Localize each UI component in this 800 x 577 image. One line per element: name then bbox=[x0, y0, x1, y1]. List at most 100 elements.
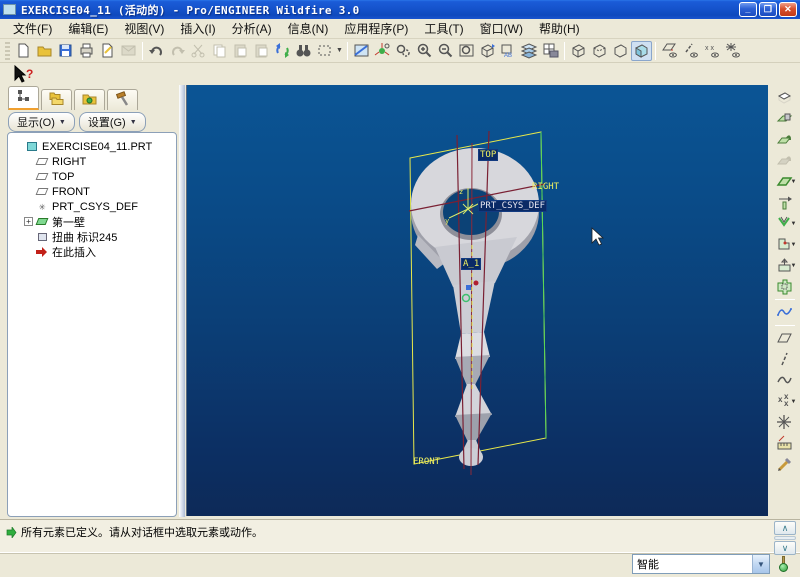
scroll-down-button[interactable]: ∨ bbox=[774, 541, 796, 555]
menu-insert[interactable]: 插入(I) bbox=[173, 18, 222, 39]
part-model[interactable] bbox=[411, 148, 539, 466]
panel-sash[interactable] bbox=[179, 85, 185, 517]
restore-button[interactable]: ❐ bbox=[759, 2, 777, 17]
tree-item[interactable]: 扭曲 标识245 bbox=[10, 229, 174, 244]
datum-axis-display-icon[interactable] bbox=[680, 41, 701, 61]
point-display-icon[interactable]: x x bbox=[701, 41, 722, 61]
menu-info[interactable]: 信息(N) bbox=[281, 18, 336, 39]
zoom-in-icon[interactable] bbox=[414, 41, 435, 61]
twist-wall-tool-icon[interactable] bbox=[772, 150, 798, 171]
menu-help[interactable]: 帮助(H) bbox=[532, 18, 587, 39]
no-hidden-icon[interactable] bbox=[610, 41, 631, 61]
scroll-thumb[interactable] bbox=[774, 536, 796, 540]
hammer-icon bbox=[114, 90, 131, 110]
csys-tool-icon[interactable] bbox=[772, 412, 798, 433]
menu-tools[interactable]: 工具(T) bbox=[417, 18, 470, 39]
context-help-icon[interactable]: ? bbox=[12, 65, 38, 85]
close-button[interactable]: ✕ bbox=[779, 2, 797, 17]
show-dropdown-button[interactable]: 显示(O)▼ bbox=[8, 112, 75, 132]
curve-tool-icon[interactable] bbox=[772, 370, 798, 391]
tree-item[interactable]: RIGHT bbox=[10, 154, 174, 169]
graphics-viewport[interactable]: TOP RIGHT PRT_CSYS_DEF FRONT A_1 z y bbox=[186, 85, 768, 516]
save-icon[interactable] bbox=[55, 41, 76, 61]
spline-tool-icon[interactable] bbox=[772, 302, 798, 323]
paste-special-icon[interactable] bbox=[251, 41, 272, 61]
menu-edit[interactable]: 编辑(E) bbox=[61, 18, 115, 39]
save-copy-icon[interactable] bbox=[97, 41, 118, 61]
regenerate-icon[interactable] bbox=[272, 41, 293, 61]
wireframe-icon[interactable] bbox=[568, 41, 589, 61]
tree-item[interactable]: ✳PRT_CSYS_DEF bbox=[10, 199, 174, 214]
datum-axis-tool-icon[interactable] bbox=[772, 349, 798, 370]
datum-label-right[interactable]: RIGHT bbox=[532, 182, 559, 192]
datum-point-tool-icon[interactable]: xxx▼ bbox=[772, 391, 798, 412]
tree-item[interactable]: EXERCISE04_11.PRT bbox=[10, 139, 174, 154]
menu-view[interactable]: 视图(V) bbox=[117, 18, 171, 39]
filter-status-icon[interactable] bbox=[778, 555, 790, 573]
hidden-line-icon[interactable] bbox=[589, 41, 610, 61]
form-tool-icon[interactable] bbox=[772, 276, 798, 297]
undo-icon[interactable] bbox=[146, 41, 167, 61]
datum-plane-display-icon[interactable] bbox=[659, 41, 680, 61]
sketch-tool-icon[interactable] bbox=[772, 454, 798, 475]
menu-file[interactable]: 文件(F) bbox=[6, 18, 59, 39]
corner-relief-tool-icon[interactable]: ▼ bbox=[772, 234, 798, 255]
paste-icon[interactable] bbox=[230, 41, 251, 61]
datum-plane-tool-icon[interactable] bbox=[772, 328, 798, 349]
find-icon[interactable] bbox=[293, 41, 314, 61]
tab-connections[interactable] bbox=[107, 89, 138, 110]
minimize-button[interactable]: _ bbox=[739, 2, 757, 17]
wall-options-icon[interactable]: ▼ bbox=[772, 171, 798, 192]
zoom-out-icon[interactable] bbox=[435, 41, 456, 61]
redo-icon[interactable] bbox=[167, 41, 188, 61]
datum-label-front[interactable]: FRONT bbox=[413, 457, 440, 467]
datum-label-top[interactable]: TOP bbox=[479, 150, 497, 160]
redraw-icon[interactable] bbox=[351, 41, 372, 61]
flat-wall-tool-icon[interactable] bbox=[772, 108, 798, 129]
feature-handle-blue[interactable] bbox=[466, 285, 471, 290]
feature-handle-red[interactable] bbox=[474, 281, 479, 286]
print-icon[interactable] bbox=[76, 41, 97, 61]
model-tree: EXERCISE04_11.PRTRIGHTTOPFRONT✳PRT_CSYS_… bbox=[7, 132, 177, 517]
menu-analysis[interactable]: 分析(A) bbox=[225, 18, 279, 39]
refit-icon[interactable] bbox=[456, 41, 477, 61]
settings-dropdown-button[interactable]: 设置(G)▼ bbox=[79, 112, 146, 132]
new-file-icon[interactable] bbox=[13, 41, 34, 61]
punch-tool-icon[interactable]: ▼ bbox=[772, 255, 798, 276]
measure-tool-icon[interactable] bbox=[772, 433, 798, 454]
open-icon[interactable] bbox=[34, 41, 55, 61]
menu-applications[interactable]: 应用程序(P) bbox=[337, 18, 415, 39]
tab-model-tree[interactable] bbox=[8, 86, 39, 110]
menu-window[interactable]: 窗口(W) bbox=[473, 18, 530, 39]
flange-wall-tool-icon[interactable] bbox=[772, 129, 798, 150]
combo-dropdown-button[interactable]: ▼ bbox=[752, 555, 769, 573]
tree-item[interactable]: 在此插入 bbox=[10, 244, 174, 259]
dropdown-caret-icon[interactable]: ▼ bbox=[335, 41, 344, 61]
tab-layers[interactable] bbox=[41, 89, 72, 110]
tree-item[interactable]: +第一壁 bbox=[10, 214, 174, 229]
tree-item[interactable]: FRONT bbox=[10, 184, 174, 199]
scroll-up-button[interactable]: ∧ bbox=[774, 521, 796, 535]
orient-mode-icon[interactable] bbox=[393, 41, 414, 61]
extrude-tool-icon[interactable] bbox=[772, 87, 798, 108]
axis-label[interactable]: A_1 bbox=[462, 259, 480, 269]
csys-label[interactable]: PRT_CSYS_DEF bbox=[479, 201, 546, 211]
bend-tool-icon[interactable]: ▼ bbox=[772, 213, 798, 234]
saved-views-icon[interactable]: AB bbox=[498, 41, 519, 61]
email-icon[interactable] bbox=[118, 41, 139, 61]
toolbar-grip[interactable] bbox=[5, 42, 10, 60]
tree-item[interactable]: TOP bbox=[10, 169, 174, 184]
shaded-icon[interactable] bbox=[631, 41, 652, 61]
view-manager-icon[interactable] bbox=[540, 41, 561, 61]
unbend-tool-icon[interactable] bbox=[772, 192, 798, 213]
select-icon[interactable] bbox=[314, 41, 335, 61]
spin-center-icon[interactable] bbox=[372, 41, 393, 61]
cut-icon[interactable] bbox=[188, 41, 209, 61]
layers-icon[interactable] bbox=[519, 41, 540, 61]
reorient-icon[interactable] bbox=[477, 41, 498, 61]
csys-display-icon[interactable] bbox=[722, 41, 743, 61]
selection-filter-combo[interactable]: 智能 ▼ bbox=[632, 554, 770, 574]
copy-icon[interactable] bbox=[209, 41, 230, 61]
tab-favorites[interactable] bbox=[74, 89, 105, 110]
expand-icon[interactable]: + bbox=[24, 217, 33, 226]
